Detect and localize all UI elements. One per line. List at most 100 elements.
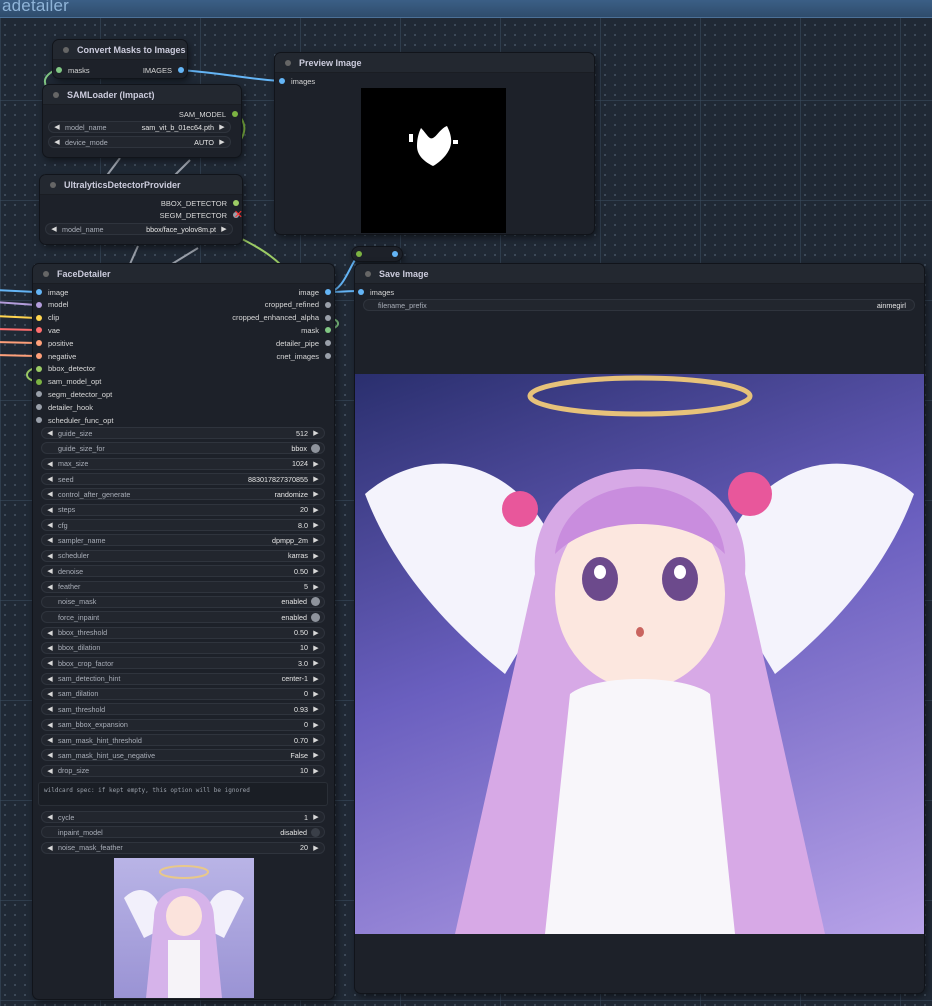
input-vae[interactable]: vae bbox=[36, 324, 60, 336]
face-detailer-preview-image[interactable] bbox=[114, 858, 254, 998]
output-cropped-enhanced-alpha[interactable]: cropped_enhanced_alpha bbox=[232, 312, 331, 324]
node-samloader[interactable]: SAMLoader (Impact) SAM_MODEL ◀ model_nam… bbox=[43, 85, 241, 157]
widget-max-size[interactable]: ◀ max_size 1024 ▶ bbox=[41, 457, 325, 470]
widget-noise-mask[interactable]: noise_mask enabled bbox=[41, 595, 325, 608]
output-pin[interactable] bbox=[325, 353, 331, 359]
node-save-image[interactable]: Save Image images filename_prefix ainmeg… bbox=[355, 264, 924, 993]
increment-arrow-icon[interactable]: ▶ bbox=[312, 813, 320, 821]
decrement-arrow-icon[interactable]: ◀ bbox=[46, 429, 54, 437]
output-detailer-pipe[interactable]: detailer_pipe bbox=[276, 337, 331, 349]
widget-cycle[interactable]: ◀ cycle 1 ▶ bbox=[41, 811, 325, 823]
widget-model-name[interactable]: ◀ model_name sam_vit_b_01ec64.pth ▶ bbox=[48, 121, 231, 133]
toggle-knob-icon[interactable] bbox=[311, 827, 320, 837]
input-detailer-hook[interactable]: detailer_hook bbox=[36, 401, 93, 413]
group-header[interactable]: adetailer bbox=[0, 0, 932, 18]
output-images[interactable]: IMAGES bbox=[143, 64, 184, 76]
increment-arrow-icon[interactable]: ▶ bbox=[312, 690, 320, 698]
wildcard-textarea[interactable]: wildcard spec: if kept empty, this optio… bbox=[38, 782, 328, 806]
node-collapse-dot[interactable] bbox=[285, 59, 291, 66]
saved-output-image[interactable] bbox=[355, 374, 924, 934]
widget-sam-threshold[interactable]: ◀ sam_threshold 0.93 ▶ bbox=[41, 703, 325, 716]
toggle-knob-icon[interactable] bbox=[311, 443, 320, 453]
decrement-arrow-icon[interactable]: ◀ bbox=[46, 490, 54, 498]
increment-arrow-icon[interactable]: ▶ bbox=[312, 675, 320, 683]
decrement-arrow-icon[interactable]: ◀ bbox=[46, 813, 54, 821]
output-cnet-images[interactable]: cnet_images bbox=[276, 350, 331, 362]
decrement-arrow-icon[interactable]: ◀ bbox=[46, 552, 54, 560]
toggle-knob-icon[interactable] bbox=[311, 597, 320, 607]
output-segm-detector[interactable]: SEGM_DETECTOR bbox=[160, 209, 239, 221]
node-collapse-dot[interactable] bbox=[365, 270, 371, 277]
widget-sam-mask-hint-use-negative[interactable]: ◀ sam_mask_hint_use_negative False ▶ bbox=[41, 749, 325, 762]
input-negative[interactable]: negative bbox=[36, 350, 76, 362]
widget-bbox-dilation[interactable]: ◀ bbox_dilation 10 ▶ bbox=[41, 641, 325, 654]
decrement-arrow-icon[interactable]: ◀ bbox=[53, 123, 61, 131]
output-pin[interactable] bbox=[325, 327, 331, 334]
decrement-arrow-icon[interactable]: ◀ bbox=[53, 138, 61, 146]
node-collapse-dot[interactable] bbox=[43, 270, 49, 277]
increment-arrow-icon[interactable]: ▶ bbox=[312, 659, 320, 667]
increment-arrow-icon[interactable]: ▶ bbox=[312, 475, 320, 483]
preview-mask-image[interactable] bbox=[361, 88, 506, 233]
input-sam-model-opt[interactable]: sam_model_opt bbox=[36, 376, 101, 388]
widget-sam-mask-hint-threshold[interactable]: ◀ sam_mask_hint_threshold 0.70 ▶ bbox=[41, 734, 325, 746]
increment-arrow-icon[interactable]: ▶ bbox=[312, 429, 320, 437]
increment-arrow-icon[interactable]: ▶ bbox=[312, 629, 320, 637]
decrement-arrow-icon[interactable]: ◀ bbox=[46, 567, 54, 575]
increment-arrow-icon[interactable]: ▶ bbox=[312, 567, 320, 575]
reroute-input-pin[interactable] bbox=[356, 251, 362, 257]
node-convert-masks-to-images[interactable]: Convert Masks to Images masks IMAGES bbox=[53, 40, 187, 78]
input-pin[interactable] bbox=[36, 301, 42, 308]
decrement-arrow-icon[interactable]: ◀ bbox=[46, 721, 54, 729]
increment-arrow-icon[interactable]: ▶ bbox=[312, 844, 320, 852]
output-cropped-refined[interactable]: cropped_refined bbox=[265, 299, 331, 311]
widget-steps[interactable]: ◀ steps 20 ▶ bbox=[41, 503, 325, 516]
node-ultralytics-detector-provider[interactable]: UltralyticsDetectorProvider BBOX_DETECTO… bbox=[40, 175, 242, 244]
widget-scheduler[interactable]: ◀ scheduler karras ▶ bbox=[41, 549, 325, 562]
decrement-arrow-icon[interactable]: ◀ bbox=[46, 736, 54, 744]
input-bbox-detector[interactable]: bbox_detector bbox=[36, 363, 96, 375]
increment-arrow-icon[interactable]: ▶ bbox=[218, 123, 226, 131]
output-pin[interactable] bbox=[325, 314, 331, 321]
decrement-arrow-icon[interactable]: ◀ bbox=[46, 475, 54, 483]
widget-bbox-crop-factor[interactable]: ◀ bbox_crop_factor 3.0 ▶ bbox=[41, 657, 325, 670]
input-scheduler-func-opt[interactable]: scheduler_func_opt bbox=[36, 414, 113, 426]
increment-arrow-icon[interactable]: ▶ bbox=[312, 751, 320, 759]
input-pin[interactable] bbox=[36, 314, 42, 321]
widget-seed[interactable]: ◀ seed 883017827370855 ▶ bbox=[41, 473, 325, 486]
widget-noise-mask-feather[interactable]: ◀ noise_mask_feather 20 ▶ bbox=[41, 841, 325, 854]
decrement-arrow-icon[interactable]: ◀ bbox=[46, 705, 54, 713]
input-pin[interactable] bbox=[36, 417, 42, 423]
increment-arrow-icon[interactable]: ▶ bbox=[218, 138, 226, 146]
input-pin[interactable] bbox=[36, 365, 42, 372]
output-bbox-detector[interactable]: BBOX_DETECTOR bbox=[161, 197, 239, 209]
decrement-arrow-icon[interactable]: ◀ bbox=[46, 659, 54, 667]
node-collapse-dot[interactable] bbox=[63, 46, 69, 53]
node-collapse-dot[interactable] bbox=[53, 91, 59, 98]
input-model[interactable]: model bbox=[36, 299, 68, 311]
node-reroute[interactable] bbox=[352, 247, 402, 261]
input-pin[interactable] bbox=[36, 340, 42, 347]
increment-arrow-icon[interactable]: ▶ bbox=[312, 490, 320, 498]
input-pin[interactable] bbox=[36, 391, 42, 398]
decrement-arrow-icon[interactable]: ◀ bbox=[46, 536, 54, 544]
widget-drop-size[interactable]: ◀ drop_size 10 ▶ bbox=[41, 764, 325, 777]
output-sam-model[interactable]: SAM_MODEL bbox=[179, 108, 238, 120]
decrement-arrow-icon[interactable]: ◀ bbox=[46, 844, 54, 852]
input-pin[interactable] bbox=[36, 378, 42, 385]
decrement-arrow-icon[interactable]: ◀ bbox=[46, 506, 54, 514]
node-face-detailer[interactable]: FaceDetailer image model clip vae positive ne… bbox=[33, 264, 334, 999]
reroute-output-pin[interactable] bbox=[392, 251, 398, 257]
widget-device-mode[interactable]: ◀ device_mode AUTO ▶ bbox=[48, 136, 231, 148]
increment-arrow-icon[interactable]: ▶ bbox=[312, 644, 320, 652]
increment-arrow-icon[interactable]: ▶ bbox=[312, 521, 320, 529]
input-images[interactable]: images bbox=[358, 286, 394, 298]
decrement-arrow-icon[interactable]: ◀ bbox=[46, 690, 54, 698]
output-mask[interactable]: mask bbox=[301, 324, 331, 336]
widget-model-name[interactable]: ◀ model_name bbox/face_yolov8m.pt ▶ bbox=[45, 223, 233, 235]
decrement-arrow-icon[interactable]: ◀ bbox=[46, 767, 54, 775]
widget-feather[interactable]: ◀ feather 5 ▶ bbox=[41, 580, 325, 593]
node-preview-image[interactable]: Preview Image images bbox=[275, 53, 594, 234]
input-pin[interactable] bbox=[36, 404, 42, 411]
input-segm-detector-opt[interactable]: segm_detector_opt bbox=[36, 388, 112, 400]
